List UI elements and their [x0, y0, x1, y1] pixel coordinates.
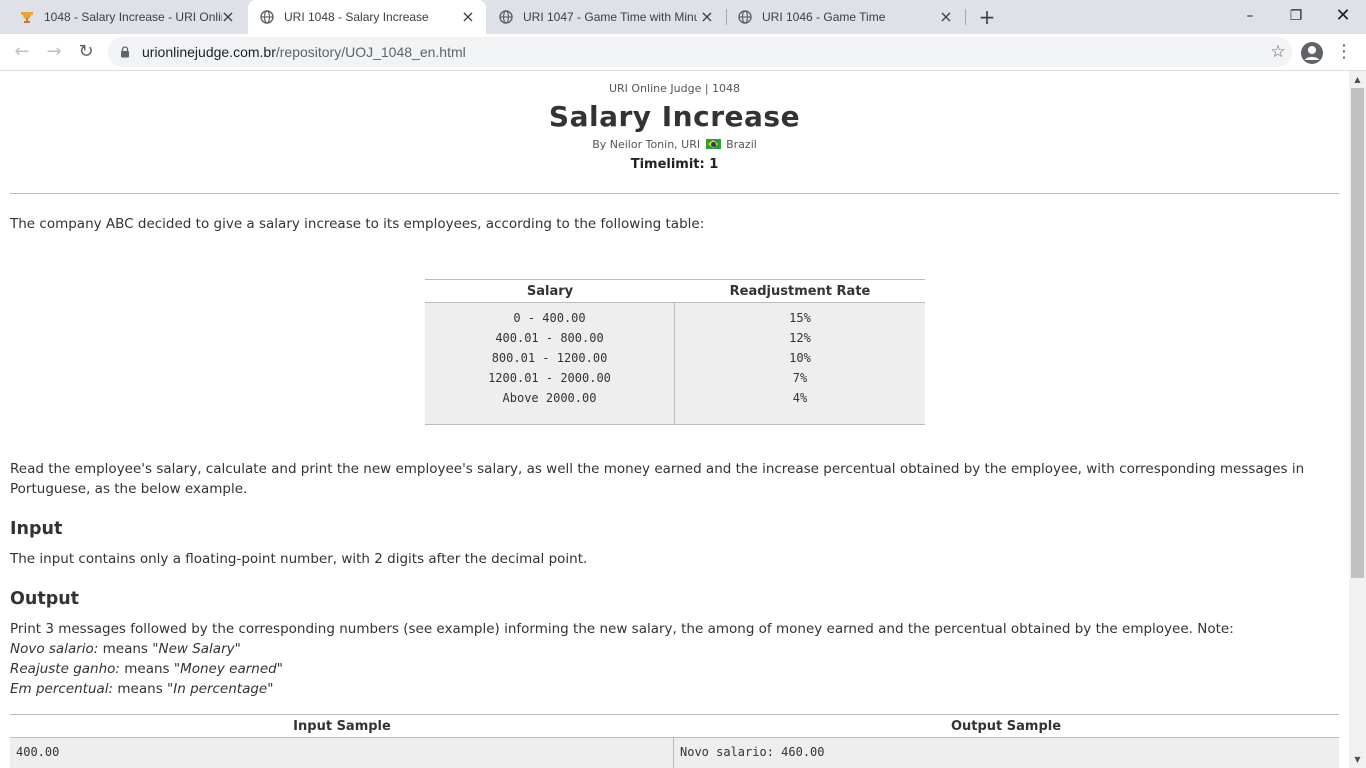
brazil-flag-icon [705, 139, 721, 149]
scroll-down-arrow-icon[interactable]: ▼ [1349, 751, 1366, 768]
sample-table-body: 400.00 Novo salario: 460.00 [10, 738, 1339, 768]
url-domain: urionlinejudge.com.br [142, 44, 276, 60]
new-tab-button[interactable]: + [976, 6, 998, 28]
sample-table: Input Sample Output Sample 400.00 Novo s… [10, 714, 1339, 768]
output-sample-header: Output Sample [950, 719, 1062, 734]
note-line: Reajuste ganho: means "Money earned" [10, 659, 1340, 679]
tab-title: URI 1046 - Game Time [762, 10, 886, 24]
close-icon[interactable]: × [220, 9, 236, 25]
intro-text: The company ABC decided to give a salary… [10, 216, 705, 232]
rate-cell: 15% [789, 311, 811, 325]
tab-title: URI 1047 - Game Time with Minutes [523, 10, 697, 24]
rate-cell: 4% [792, 391, 808, 405]
salary-cell: 1200.01 - 2000.00 [488, 371, 611, 385]
minimize-button[interactable]: – [1236, 4, 1264, 28]
salary-cell: Above 2000.00 [502, 391, 597, 405]
close-icon[interactable]: × [699, 9, 715, 25]
tab-title: URI 1048 - Salary Increase [284, 10, 429, 24]
author-text: By Neilor Tonin, URI [592, 138, 701, 151]
page-scrollbar[interactable]: ▲ ▼ [1349, 71, 1366, 768]
note-means: means [124, 661, 170, 677]
note-means: means [117, 681, 163, 697]
uri-trophy-icon [21, 12, 33, 23]
address-bar[interactable]: urionlinejudge.com.br/repository/UOJ_104… [108, 37, 1292, 67]
salary-column: 0 - 400.00 400.01 - 800.00 800.01 - 1200… [425, 303, 675, 424]
column-header-rate: Readjustment Rate [729, 284, 871, 299]
url-path: /repository/UOJ_1048_en.html [275, 44, 466, 60]
description-text: Read the employee's salary, calculate an… [10, 461, 1305, 497]
kebab-menu-icon[interactable]: ⋮ [1334, 40, 1354, 64]
salary-cell: 800.01 - 1200.00 [491, 351, 608, 365]
tab-separator [965, 9, 966, 25]
note-meaning: "In percentage" [167, 681, 274, 697]
output-text: Print 3 messages followed by the corresp… [10, 621, 1234, 637]
divider [10, 193, 1339, 194]
forward-button[interactable]: → [42, 40, 66, 64]
note-line: Em percentual: means "In percentage" [10, 679, 1340, 699]
output-sample-value: Novo salario: 460.00 [680, 745, 825, 759]
close-icon[interactable]: × [938, 9, 954, 25]
tab-uri-1047[interactable]: URI 1047 - Game Time with Minutes × [487, 0, 725, 34]
country-text: Brazil [726, 138, 757, 151]
globe-icon [260, 10, 274, 24]
rate-table: Salary Readjustment Rate 0 - 400.00 400.… [425, 279, 925, 425]
author-line: By Neilor Tonin, URI Brazil [0, 138, 1349, 151]
url-text: urionlinejudge.com.br/repository/UOJ_104… [142, 44, 466, 60]
judge-line: URI Online Judge | 1048 [608, 82, 741, 95]
sample-table-header: Input Sample Output Sample [10, 715, 1339, 738]
output-heading: Output [10, 589, 80, 609]
rate-table-body: 0 - 400.00 400.01 - 800.00 800.01 - 1200… [425, 303, 925, 424]
input-sample-value: 400.00 [10, 738, 674, 768]
salary-cell: 400.01 - 800.00 [495, 331, 604, 345]
note-meaning: "New Salary" [152, 641, 241, 657]
note-term: Reajuste ganho: [10, 661, 120, 677]
tab-uri-1046[interactable]: URI 1046 - Game Time × [726, 0, 964, 34]
browser-toolbar: ← → ↻ urionlinejudge.com.br/repository/U… [0, 34, 1366, 71]
note-meaning: "Money earned" [173, 661, 283, 677]
back-button[interactable]: ← [10, 40, 34, 64]
note-term: Em percentual: [10, 681, 114, 697]
note-term: Novo salario: [10, 641, 99, 657]
page-content: URI Online Judge | 1048 Salary Increase … [0, 71, 1349, 768]
tab-uri-1048-judge[interactable]: 1048 - Salary Increase - URI Online Judg… [8, 0, 246, 34]
restore-button[interactable]: ❐ [1282, 4, 1310, 28]
note-line: Novo salario: means "New Salary" [10, 639, 1340, 659]
rate-cell: 10% [789, 351, 811, 365]
bookmark-star-icon[interactable]: ☆ [1268, 42, 1288, 62]
close-icon[interactable]: × [460, 9, 476, 25]
globe-icon [499, 10, 513, 24]
column-header-salary: Salary [526, 284, 574, 299]
input-heading: Input [10, 519, 63, 539]
scroll-up-arrow-icon[interactable]: ▲ [1349, 71, 1366, 88]
window-close-button[interactable]: ✕ [1329, 4, 1357, 28]
input-text: The input contains only a floating-point… [10, 551, 588, 567]
note-means: means [102, 641, 148, 657]
page-title: Salary Increase [548, 100, 801, 133]
rate-column: 15% 12% 10% 7% 4% [675, 303, 925, 424]
tab-title: 1048 - Salary Increase - URI Online Judg… [44, 10, 222, 24]
lock-icon [121, 46, 129, 58]
tab-uri-1048[interactable]: URI 1048 - Salary Increase × [248, 0, 486, 34]
timelimit: Timelimit: 1 [630, 157, 719, 172]
tab-strip: 1048 - Salary Increase - URI Online Judg… [0, 0, 1366, 34]
salary-cell: 0 - 400.00 [513, 311, 586, 325]
input-sample-header: Input Sample [293, 719, 391, 734]
profile-avatar-icon[interactable] [1300, 41, 1324, 65]
rate-cell: 7% [792, 371, 808, 385]
reload-button[interactable]: ↻ [74, 40, 98, 64]
globe-icon [738, 10, 752, 24]
scroll-thumb[interactable] [1351, 88, 1364, 578]
rate-cell: 12% [789, 331, 811, 345]
rate-table-header: Salary Readjustment Rate [425, 280, 925, 303]
